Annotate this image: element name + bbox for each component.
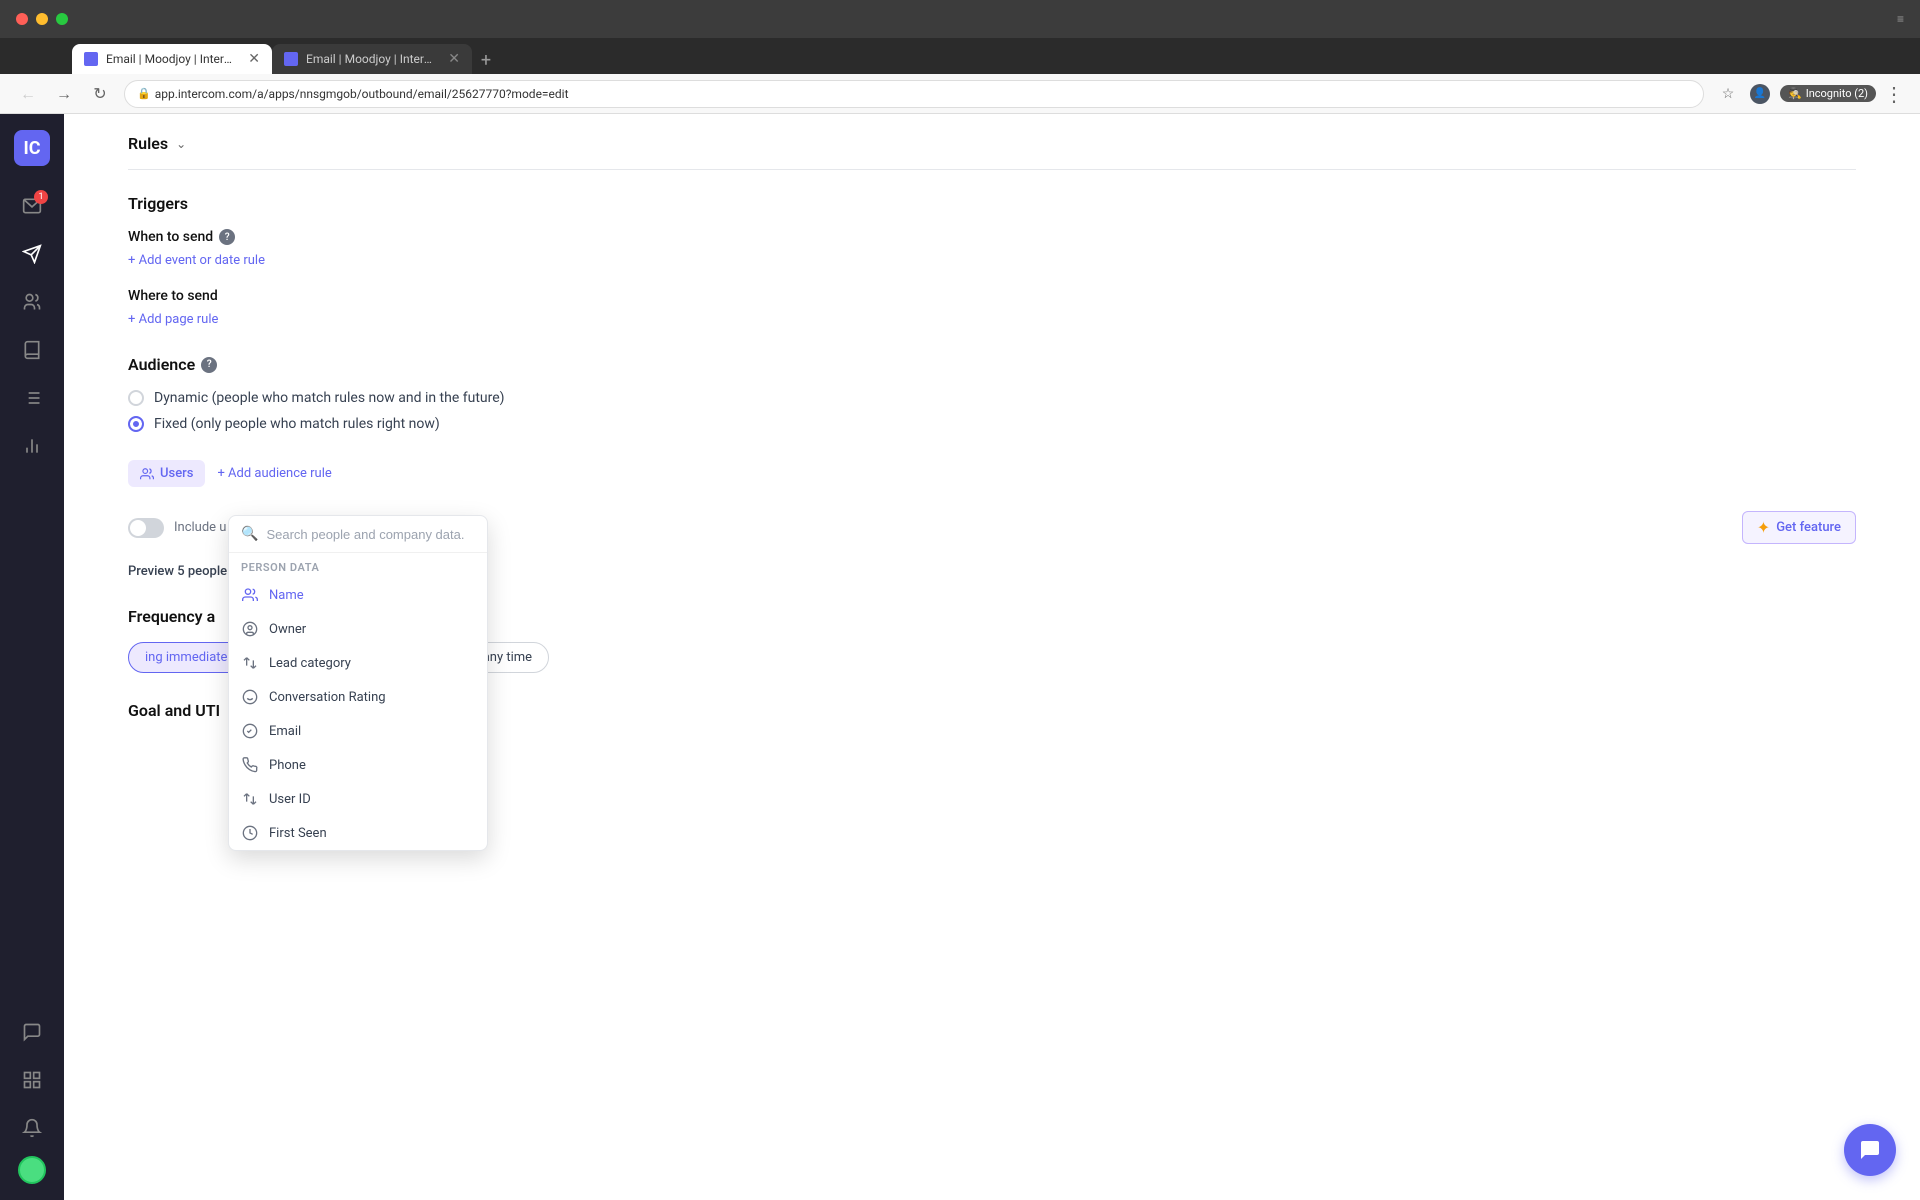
sidebar-icon-chart[interactable]: [12, 426, 52, 466]
sidebar-icon-list[interactable]: [12, 378, 52, 418]
radio-dynamic-dot: [128, 390, 144, 406]
sidebar-bottom: [12, 1012, 52, 1184]
tab-1[interactable]: Email | Moodjoy | Intercom ✕: [72, 44, 272, 74]
add-page-rule-btn[interactable]: + Add page rule: [128, 312, 1856, 327]
dropdown-item-conversation-rating[interactable]: Conversation Rating: [229, 680, 487, 714]
dropdown-item-email-label: Email: [269, 724, 301, 739]
tab-2-label: Email | Moodjoy | Intercom: [306, 52, 436, 66]
dropdown-search-container: 🔍: [229, 516, 487, 553]
back-btn[interactable]: ←: [16, 82, 40, 106]
dropdown-item-phone[interactable]: Phone: [229, 748, 487, 782]
toggle-knob: [130, 520, 146, 536]
users-btn[interactable]: Users: [128, 460, 205, 487]
get-feature-btn[interactable]: ✦ Get feature: [1742, 511, 1856, 544]
forward-btn[interactable]: →: [52, 82, 76, 106]
audience-title: Audience: [128, 355, 195, 374]
first-seen-icon: [241, 824, 259, 842]
mail-badge: 1: [34, 190, 48, 204]
dropdown-item-owner[interactable]: Owner: [229, 612, 487, 646]
sidebar: IC 1: [0, 114, 64, 1200]
sidebar-icon-chat[interactable]: [12, 1012, 52, 1052]
address-bar: ← → ↻ 🔒 app.intercom.com/a/apps/nnsgmgob…: [0, 74, 1920, 114]
conversation-rating-icon: [241, 688, 259, 706]
dropdown-item-first-seen-label: First Seen: [269, 826, 327, 841]
dropdown-item-lead-category[interactable]: Lead category: [229, 646, 487, 680]
rules-section-header: Rules ⌄: [128, 114, 1856, 170]
dropdown-item-email[interactable]: Email: [229, 714, 487, 748]
dropdown-item-conversation-rating-label: Conversation Rating: [269, 690, 386, 705]
include-toggle[interactable]: [128, 518, 164, 538]
users-btn-label: Users: [160, 466, 193, 481]
add-event-rule-btn[interactable]: + Add event or date rule: [128, 253, 1856, 268]
when-to-send-label: When to send ?: [128, 229, 1856, 245]
radio-fixed-dot: [128, 416, 144, 432]
audience-bar: Users + Add audience rule: [128, 452, 1856, 495]
where-to-send-label: Where to send: [128, 288, 1856, 304]
sidebar-icon-bell[interactable]: [12, 1108, 52, 1148]
sidebar-icon-mail[interactable]: 1: [12, 186, 52, 226]
name-icon: [241, 586, 259, 604]
dropdown-item-lead-category-label: Lead category: [269, 656, 351, 671]
triggers-section: Triggers When to send ? + Add event or d…: [128, 194, 1856, 327]
radio-fixed[interactable]: Fixed (only people who match rules right…: [128, 416, 1856, 432]
lead-category-icon: [241, 654, 259, 672]
phone-icon: [241, 756, 259, 774]
rules-title: Rules: [128, 134, 168, 153]
sidebar-icon-book[interactable]: [12, 330, 52, 370]
minimize-window-btn[interactable]: [36, 13, 48, 25]
window-options-btn[interactable]: ≡: [1897, 12, 1904, 26]
bookmark-icon[interactable]: ☆: [1716, 82, 1740, 106]
dropdown-item-owner-label: Owner: [269, 622, 306, 637]
sidebar-logo: IC: [14, 130, 50, 166]
audience-radio-group: Dynamic (people who match rules now and …: [128, 390, 1856, 432]
browser-frame: ≡ Email | Moodjoy | Intercom ✕ Email | M…: [0, 0, 1920, 114]
get-feature-label: Get feature: [1776, 520, 1841, 535]
when-to-send-help-icon[interactable]: ?: [219, 229, 235, 245]
rules-chevron-icon[interactable]: ⌄: [176, 137, 186, 151]
address-actions: ☆ 👤 🕵 Incognito (2) ⋮: [1716, 82, 1904, 106]
dropdown-item-phone-label: Phone: [269, 758, 306, 773]
dropdown-search-input[interactable]: [266, 527, 475, 542]
tab-1-close[interactable]: ✕: [248, 51, 260, 67]
email-icon: [241, 722, 259, 740]
dropdown-item-first-seen[interactable]: First Seen: [229, 816, 487, 850]
radio-dynamic-label: Dynamic (people who match rules now and …: [154, 390, 505, 406]
tab-2[interactable]: Email | Moodjoy | Intercom ✕: [272, 44, 472, 74]
audience-help-icon[interactable]: ?: [201, 357, 217, 373]
tab-2-favicon: [284, 52, 298, 66]
dropdown-search-icon: 🔍: [241, 526, 258, 542]
dropdown-item-name-label: Name: [269, 588, 304, 603]
dropdown-item-user-id-label: User ID: [269, 792, 311, 807]
close-window-btn[interactable]: [16, 13, 28, 25]
tab-1-favicon: [84, 52, 98, 66]
dropdown-item-user-id[interactable]: User ID: [229, 782, 487, 816]
refresh-btn[interactable]: ↻: [88, 82, 112, 106]
titlebar: ≡: [0, 0, 1920, 38]
url-text: app.intercom.com/a/apps/nnsgmgob/outboun…: [155, 87, 569, 101]
url-bar[interactable]: 🔒 app.intercom.com/a/apps/nnsgmgob/outbo…: [124, 80, 1704, 108]
triggers-title: Triggers: [128, 194, 1856, 213]
preview-text: Preview 5 people: [128, 564, 227, 579]
browser-menu-btn[interactable]: ⋮: [1884, 82, 1904, 106]
user-avatar[interactable]: [18, 1156, 46, 1184]
owner-icon: [241, 620, 259, 638]
profile-icon[interactable]: 👤: [1748, 82, 1772, 106]
radio-dynamic[interactable]: Dynamic (people who match rules now and …: [128, 390, 1856, 406]
dropdown-item-name[interactable]: Name: [229, 578, 487, 612]
maximize-window-btn[interactable]: [56, 13, 68, 25]
tab-2-close[interactable]: ✕: [448, 51, 460, 67]
add-audience-rule-btn[interactable]: + Add audience rule: [217, 466, 331, 481]
sidebar-icon-send[interactable]: [12, 234, 52, 274]
tabs-bar: Email | Moodjoy | Intercom ✕ Email | Moo…: [0, 38, 1920, 74]
tab-1-label: Email | Moodjoy | Intercom: [106, 52, 236, 66]
sidebar-icon-people[interactable]: [12, 282, 52, 322]
chat-widget-btn[interactable]: [1844, 1124, 1896, 1176]
incognito-badge: 🕵 Incognito (2): [1780, 85, 1876, 102]
user-id-icon: [241, 790, 259, 808]
sidebar-icon-grid[interactable]: [12, 1060, 52, 1100]
dropdown-section-label: Person Data: [229, 553, 487, 578]
attribute-dropdown: 🔍 Person Data Name Owner Lead category C…: [228, 515, 488, 851]
radio-fixed-label: Fixed (only people who match rules right…: [154, 416, 440, 432]
new-tab-btn[interactable]: +: [472, 46, 500, 74]
